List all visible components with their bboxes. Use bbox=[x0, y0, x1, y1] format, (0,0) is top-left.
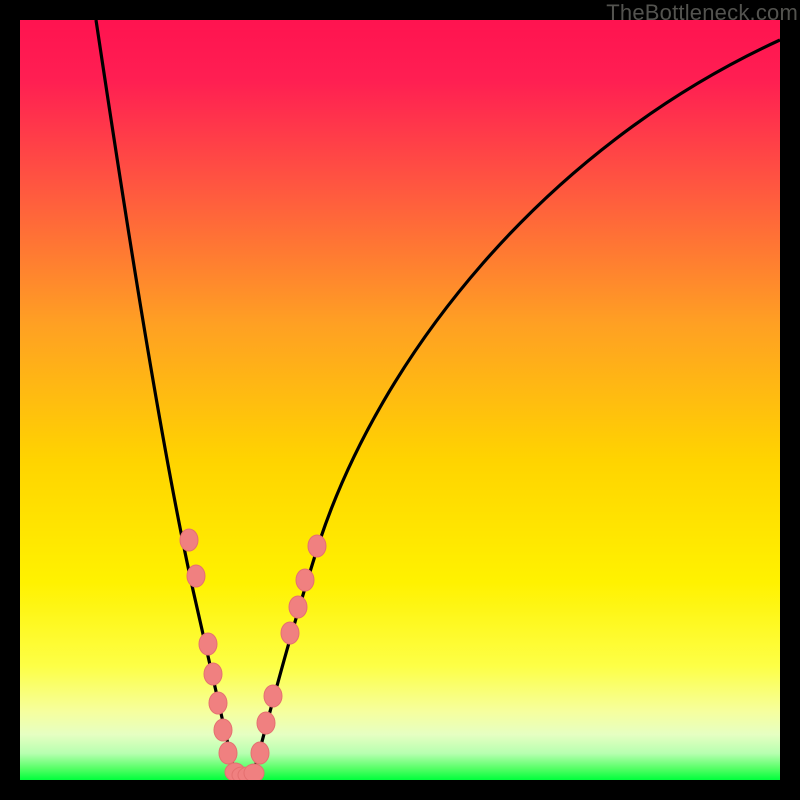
marker bbox=[244, 764, 264, 780]
marker bbox=[214, 719, 232, 741]
chart-svg bbox=[20, 20, 780, 780]
marker bbox=[187, 565, 205, 587]
marker bbox=[257, 712, 275, 734]
chart-frame bbox=[20, 20, 780, 780]
marker bbox=[180, 529, 198, 551]
watermark-text: TheBottleneck.com bbox=[606, 0, 798, 26]
marker bbox=[264, 685, 282, 707]
marker bbox=[219, 742, 237, 764]
marker bbox=[204, 663, 222, 685]
marker bbox=[199, 633, 217, 655]
marker bbox=[308, 535, 326, 557]
chart-background bbox=[20, 20, 780, 780]
marker bbox=[281, 622, 299, 644]
marker bbox=[209, 692, 227, 714]
marker bbox=[296, 569, 314, 591]
marker bbox=[251, 742, 269, 764]
marker bbox=[289, 596, 307, 618]
